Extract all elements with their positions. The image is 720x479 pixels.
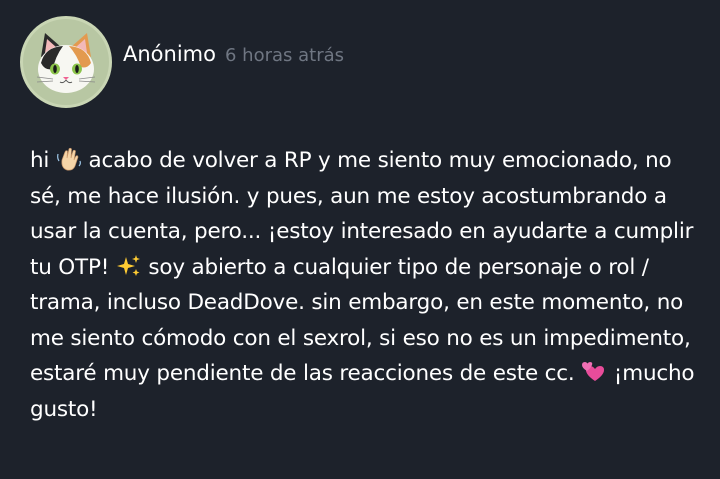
waving-hand-emoji <box>56 147 81 171</box>
message-line: estaré muy pendiente de las reacciones d… <box>30 356 702 392</box>
message-text: hi <box>30 148 50 173</box>
calico-cat-icon <box>36 33 96 93</box>
post-header: Anónimo 6 horas atrás <box>20 16 344 108</box>
post-meta: Anónimo 6 horas atrás <box>123 42 344 66</box>
message-text: estaré muy pendiente de las reacciones d… <box>30 361 575 386</box>
message-text: tu OTP! <box>30 254 110 280</box>
author-name[interactable]: Anónimo <box>123 42 216 66</box>
message-text: usar la cuenta, pero... ¡estoy interesad… <box>30 219 694 244</box>
message-text: soy abierto a cualquier tipo de personaj… <box>148 254 649 280</box>
message-line: tu OTP! soy abierto a cualquier tipo de … <box>30 250 702 286</box>
two-hearts-emoji <box>582 362 605 381</box>
message-body: hi acabo de volver a RP y me siento muy … <box>30 143 702 427</box>
avatar[interactable] <box>20 16 112 108</box>
message-text: sé, me hace ilusión. y pues, aun me esto… <box>30 183 667 209</box>
message-text: acabo de volver a RP y me siento muy emo… <box>88 148 672 173</box>
message-text: trama, incluso DeadDove. sin embargo, en… <box>30 290 684 315</box>
message-text: me siento cómodo con el sexrol, si eso n… <box>30 325 691 351</box>
message-line: usar la cuenta, pero... ¡estoy interesad… <box>30 214 702 250</box>
post-timestamp: 6 horas atrás <box>224 45 345 66</box>
message-line: trama, incluso DeadDove. sin embargo, en… <box>30 285 702 321</box>
message-text: gusto! <box>30 396 98 422</box>
message-text: ¡mucho <box>613 361 695 386</box>
message-line: hi acabo de volver a RP y me siento muy … <box>30 143 702 179</box>
sparkles-emoji <box>116 254 140 276</box>
message-line: me siento cómodo con el sexrol, si eso n… <box>30 321 702 357</box>
message-line: gusto! <box>30 392 702 428</box>
message-line: sé, me hace ilusión. y pues, aun me esto… <box>30 179 702 215</box>
